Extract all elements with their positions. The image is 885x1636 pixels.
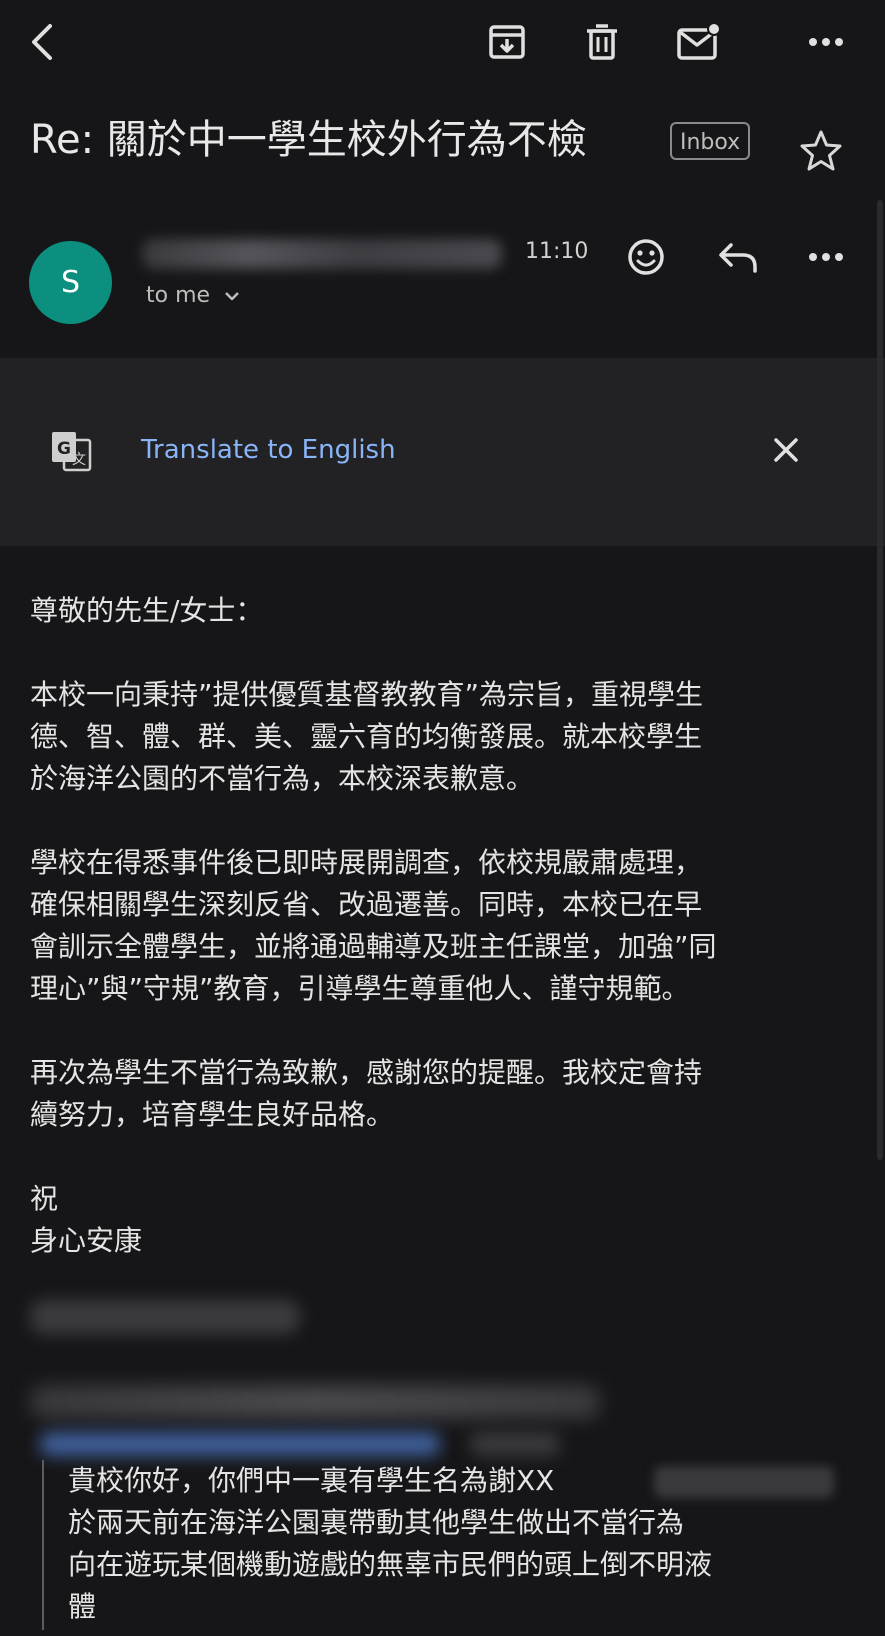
archive-icon [489,25,525,59]
top-toolbar [0,0,885,90]
svg-text:文: 文 [72,452,86,468]
translate-icon: G 文 [48,428,94,474]
recipient-toggle[interactable]: to me [146,281,240,311]
translate-to-english-link[interactable]: Translate to English [141,432,396,468]
close-translate-button[interactable] [762,426,810,474]
back-button[interactable] [14,14,70,70]
mark-unread-icon [677,22,720,60]
close-icon [774,438,798,462]
star-button[interactable] [798,128,844,174]
more-horiz-icon [809,38,843,46]
quoted-name-redacted [654,1466,834,1498]
message-more-button[interactable] [800,231,852,283]
reply-button[interactable] [712,231,764,283]
back-arrow-icon [32,24,52,60]
trash-icon [587,24,617,60]
signature-redacted [30,1300,300,1334]
body-paragraph-2: 學校在得悉事件後已即時展開調查，依校規嚴肅處理， 確保相關學生深刻反省、改過遷善… [30,846,717,1005]
star-icon [800,130,842,171]
email-time: 11:10 [525,239,589,264]
quote-email-link-redacted [40,1432,440,1456]
sender-name-redacted [142,239,502,269]
sender-avatar[interactable]: S [29,241,112,324]
translate-bar: G 文 Translate to English [0,358,885,546]
mark-unread-button[interactable] [670,14,726,70]
body-paragraph-3: 再次為學生不當行為致歉，感謝您的提醒。我校定會持 續努力，培育學生良好品格。 [30,1056,703,1131]
delete-button[interactable] [574,14,630,70]
quoted-message: 貴校你好，你們中一裏有學生名為謝XX 於兩天前在海洋公園裏帶動其他學生做出不當行… [42,1460,854,1630]
body-closing-1: 祝 [30,1182,59,1215]
body-greeting: 尊敬的先生/女士： [30,594,264,627]
svg-text:G: G [57,439,71,459]
quote-header-redacted [30,1385,600,1419]
scrollbar[interactable] [877,200,883,1160]
reply-icon [719,243,757,273]
emoji-icon [628,239,664,275]
recipient-label: to me [146,283,211,308]
body-paragraph-1: 本校一向秉持”提供優質基督教教育”為宗旨，重視學生 德、智、體、群、美、靈六育的… [30,678,704,795]
sender-row: S 11:10 to me [0,225,885,335]
chevron-down-icon [225,292,239,301]
body-closing-2: 身心安康 [30,1224,143,1257]
inbox-label-badge[interactable]: Inbox [670,122,751,160]
add-reaction-button[interactable] [620,231,672,283]
more-horiz-icon [809,253,843,261]
email-subject: Re: 關於中一學生校外行為不檢 [30,117,587,163]
email-subject-row: Re: 關於中一學生校外行為不檢 Inbox [30,112,860,182]
archive-button[interactable] [479,14,535,70]
more-options-button[interactable] [798,14,854,70]
quote-header-tail-redacted [470,1432,560,1456]
email-body: 尊敬的先生/女士： 本校一向秉持”提供優質基督教教育”為宗旨，重視學生 德、智、… [30,590,850,1262]
